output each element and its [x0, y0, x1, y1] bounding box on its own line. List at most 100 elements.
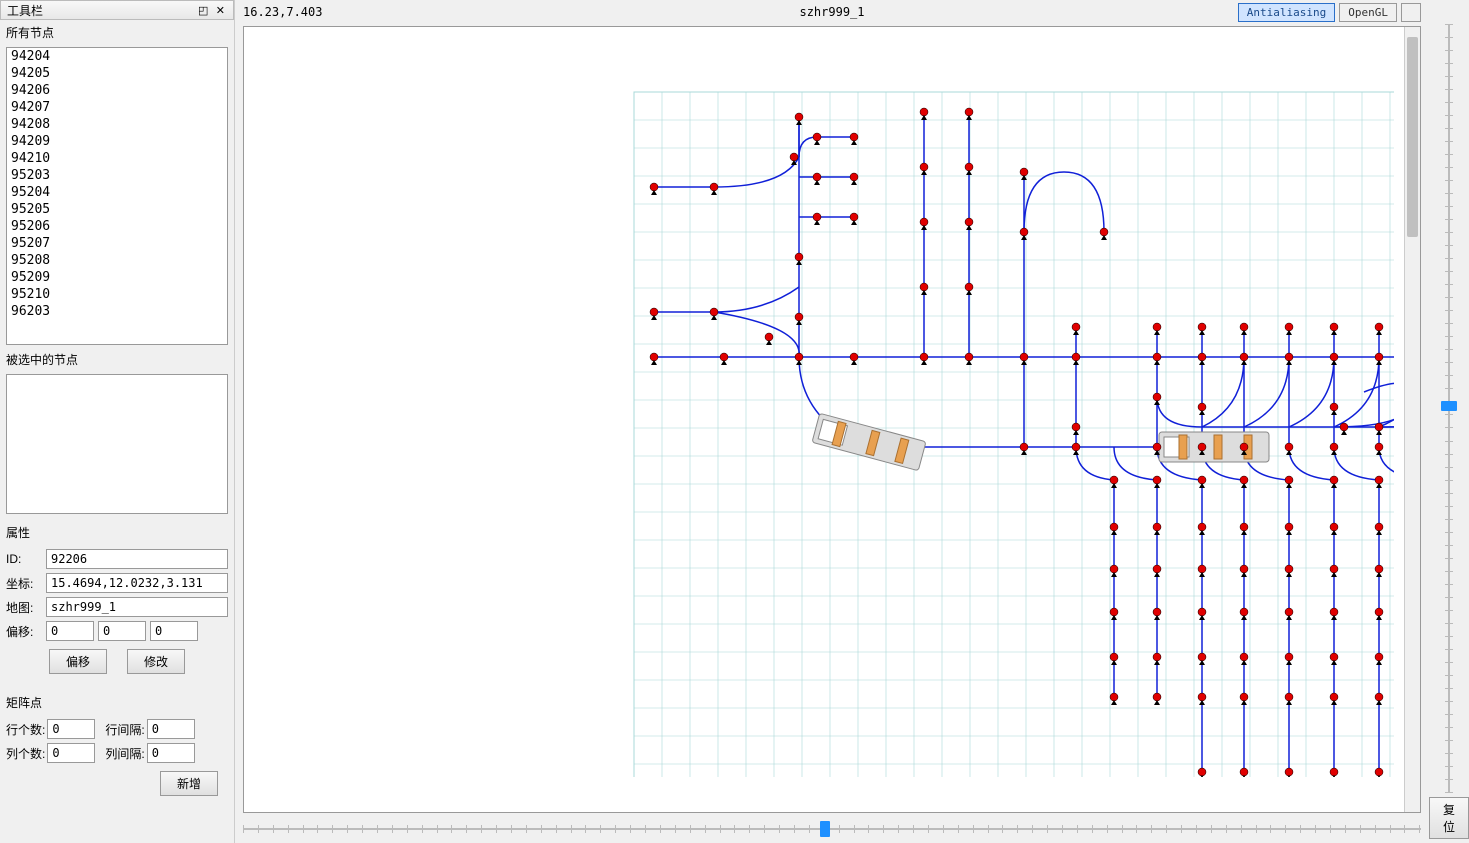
graph-node[interactable]: [1110, 608, 1118, 616]
graph-node[interactable]: [1153, 443, 1161, 451]
graph-node[interactable]: [790, 153, 798, 161]
graph-node[interactable]: [1285, 443, 1293, 451]
add-button[interactable]: 新增: [160, 771, 218, 796]
graph-canvas[interactable]: [244, 27, 1394, 777]
graph-node[interactable]: [795, 313, 803, 321]
graph-node[interactable]: [710, 183, 718, 191]
graph-node[interactable]: [1153, 353, 1161, 361]
graph-node[interactable]: [1375, 476, 1383, 484]
graph-node[interactable]: [795, 253, 803, 261]
graph-node[interactable]: [1110, 476, 1118, 484]
offset-y-input[interactable]: [98, 621, 146, 641]
graph-node[interactable]: [710, 308, 718, 316]
graph-node[interactable]: [1240, 353, 1248, 361]
graph-node[interactable]: [650, 183, 658, 191]
graph-node[interactable]: [1330, 353, 1338, 361]
canvas-viewport[interactable]: [243, 26, 1421, 813]
graph-node[interactable]: [1375, 608, 1383, 616]
graph-node[interactable]: [1153, 693, 1161, 701]
vertical-slider[interactable]: [1439, 24, 1459, 793]
graph-node[interactable]: [1198, 443, 1206, 451]
graph-node[interactable]: [1072, 353, 1080, 361]
horizontal-slider[interactable]: [243, 819, 1421, 839]
graph-node[interactable]: [1153, 565, 1161, 573]
graph-node[interactable]: [1198, 608, 1206, 616]
offset-z-input[interactable]: [150, 621, 198, 641]
graph-node[interactable]: [1020, 353, 1028, 361]
vehicle-icon[interactable]: [812, 413, 926, 470]
graph-node[interactable]: [1330, 476, 1338, 484]
node-list-item[interactable]: 95204: [7, 184, 227, 201]
graph-node[interactable]: [1240, 693, 1248, 701]
graph-node[interactable]: [1375, 423, 1383, 431]
graph-node[interactable]: [965, 353, 973, 361]
graph-node[interactable]: [920, 353, 928, 361]
graph-node[interactable]: [1285, 523, 1293, 531]
graph-node[interactable]: [765, 333, 773, 341]
node-list-item[interactable]: 95209: [7, 269, 227, 286]
graph-node[interactable]: [1330, 565, 1338, 573]
graph-node[interactable]: [850, 173, 858, 181]
graph-node[interactable]: [1240, 768, 1248, 776]
graph-node[interactable]: [1072, 423, 1080, 431]
graph-node[interactable]: [1330, 653, 1338, 661]
graph-node[interactable]: [1375, 443, 1383, 451]
antialiasing-button[interactable]: Antialiasing: [1238, 3, 1335, 22]
node-list-item[interactable]: 94207: [7, 99, 227, 116]
graph-node[interactable]: [1110, 693, 1118, 701]
close-icon[interactable]: ✕: [214, 5, 227, 17]
graph-node[interactable]: [1285, 476, 1293, 484]
graph-node[interactable]: [850, 133, 858, 141]
graph-node[interactable]: [650, 353, 658, 361]
node-list[interactable]: 9420494205942069420794208942099421095203…: [6, 47, 228, 345]
graph-node[interactable]: [1240, 443, 1248, 451]
graph-node[interactable]: [1072, 323, 1080, 331]
graph-node[interactable]: [1198, 323, 1206, 331]
graph-node[interactable]: [1375, 323, 1383, 331]
graph-node[interactable]: [1020, 228, 1028, 236]
graph-node[interactable]: [1330, 608, 1338, 616]
opengl-button[interactable]: OpenGL: [1339, 3, 1397, 22]
graph-node[interactable]: [1240, 565, 1248, 573]
graph-node[interactable]: [1153, 476, 1161, 484]
horizontal-slider-thumb[interactable]: [820, 821, 830, 837]
graph-node[interactable]: [1375, 768, 1383, 776]
graph-node[interactable]: [1110, 523, 1118, 531]
graph-node[interactable]: [795, 353, 803, 361]
node-list-item[interactable]: 95205: [7, 201, 227, 218]
graph-node[interactable]: [813, 173, 821, 181]
graph-node[interactable]: [1285, 323, 1293, 331]
graph-node[interactable]: [1330, 768, 1338, 776]
coord-input[interactable]: [46, 573, 228, 593]
graph-node[interactable]: [1330, 403, 1338, 411]
node-list-item[interactable]: 95208: [7, 252, 227, 269]
graph-node[interactable]: [1285, 693, 1293, 701]
graph-node[interactable]: [850, 213, 858, 221]
graph-node[interactable]: [1110, 565, 1118, 573]
graph-node[interactable]: [1198, 768, 1206, 776]
graph-node[interactable]: [1198, 403, 1206, 411]
graph-node[interactable]: [920, 163, 928, 171]
graph-node[interactable]: [813, 213, 821, 221]
graph-node[interactable]: [795, 113, 803, 121]
extra-button[interactable]: [1401, 3, 1421, 22]
graph-node[interactable]: [1330, 443, 1338, 451]
graph-node[interactable]: [1020, 443, 1028, 451]
graph-node[interactable]: [965, 283, 973, 291]
graph-node[interactable]: [1240, 323, 1248, 331]
graph-node[interactable]: [1330, 323, 1338, 331]
graph-node[interactable]: [1285, 768, 1293, 776]
graph-node[interactable]: [965, 218, 973, 226]
graph-node[interactable]: [813, 133, 821, 141]
graph-node[interactable]: [720, 353, 728, 361]
graph-node[interactable]: [1020, 168, 1028, 176]
node-list-item[interactable]: 94208: [7, 116, 227, 133]
graph-node[interactable]: [1110, 653, 1118, 661]
graph-node[interactable]: [1153, 323, 1161, 331]
graph-node[interactable]: [1240, 653, 1248, 661]
graph-node[interactable]: [1198, 565, 1206, 573]
reset-button[interactable]: 复位: [1429, 797, 1469, 839]
graph-node[interactable]: [1198, 353, 1206, 361]
graph-node[interactable]: [1375, 693, 1383, 701]
graph-node[interactable]: [1100, 228, 1108, 236]
